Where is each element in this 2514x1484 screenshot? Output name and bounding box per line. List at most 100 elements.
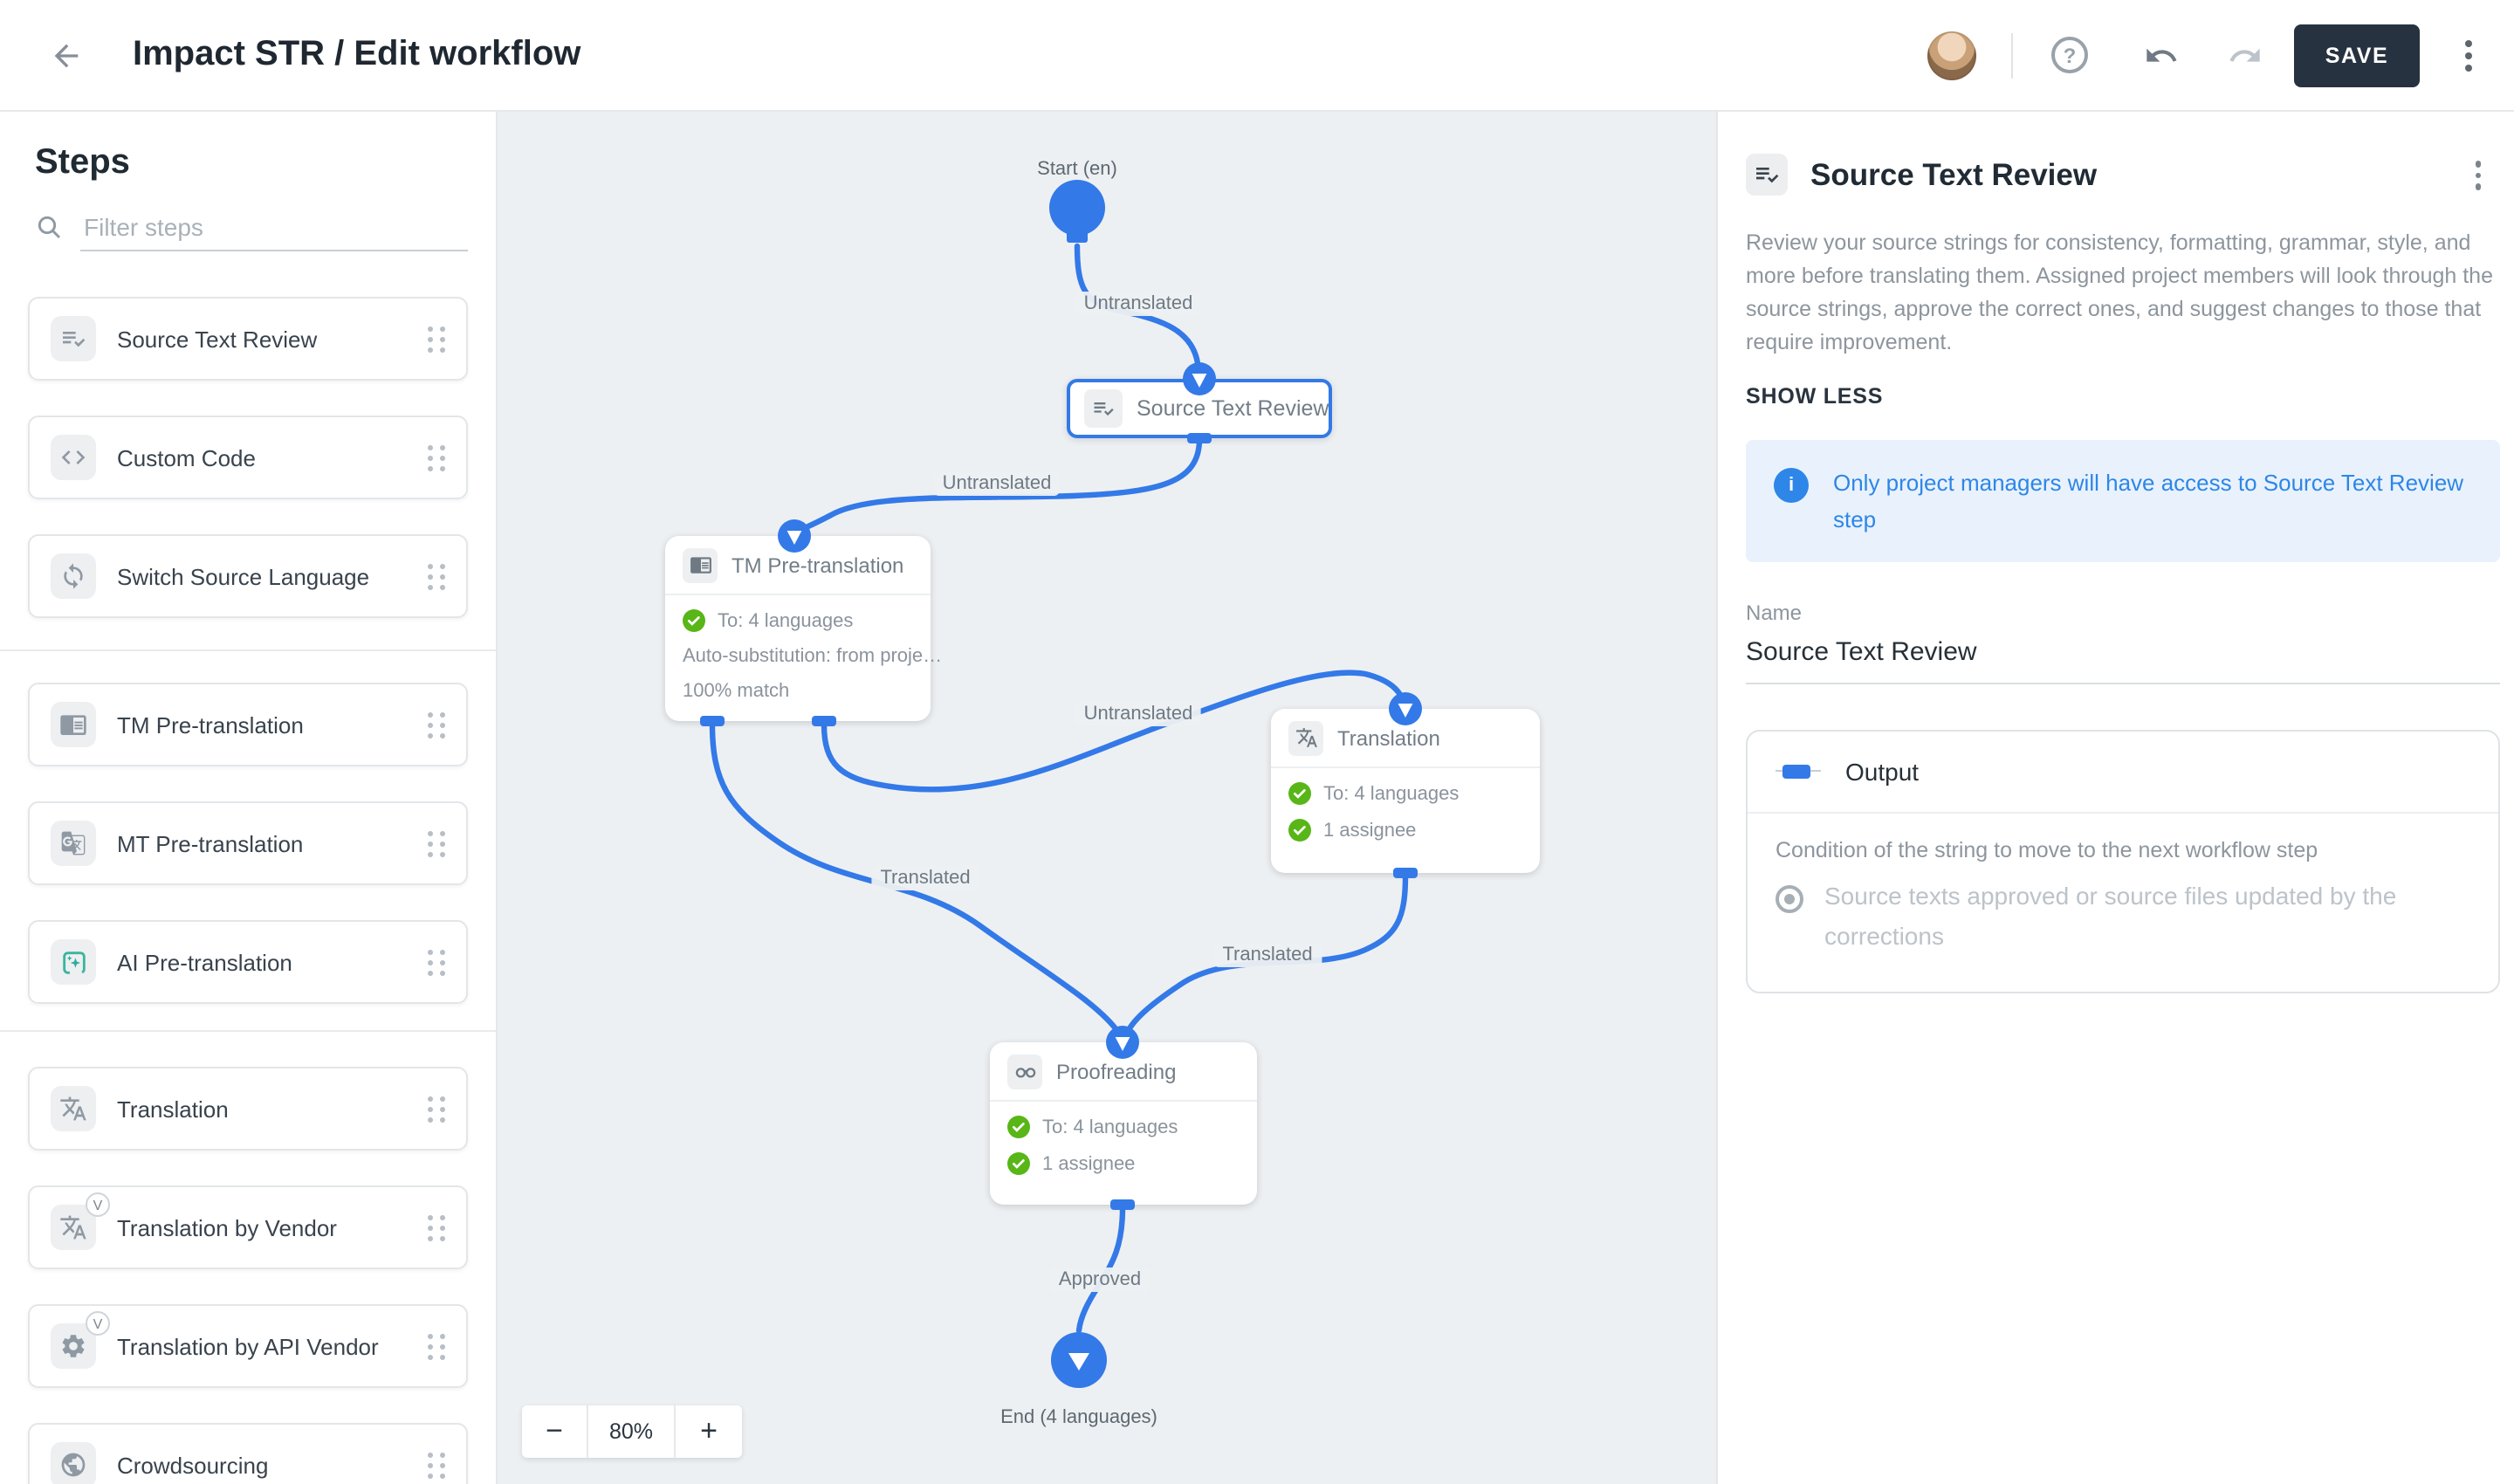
radio-button[interactable] [1776,884,1803,912]
step-card-custom-code[interactable]: Custom Code [28,416,468,499]
drag-handle-icon[interactable] [428,1096,445,1122]
translate-icon [51,1086,96,1131]
list-check-icon [51,316,96,361]
start-node-label: Start (en) [1037,159,1117,180]
sidebar-separator [0,649,498,651]
step-card-label: Source Text Review [117,326,317,352]
back-button[interactable] [45,34,87,76]
back-arrow-icon [49,38,84,72]
check-icon [1288,819,1311,842]
check-icon [683,609,705,632]
node-tm-pretranslation[interactable]: TM Pre-translation To: 4 languages Auto-… [665,536,931,721]
workflow-canvas[interactable]: Source Text Review TM Pre-translation To… [498,112,1716,1484]
top-bar: Impact STR / Edit workflow ? SAVE [0,0,2514,112]
header-divider [2011,32,2013,78]
drag-handle-icon[interactable] [428,949,445,975]
step-card-label: Translation [117,1096,229,1122]
glasses-icon [1007,1054,1042,1089]
list-check-icon [1746,154,1788,196]
node-translation[interactable]: Translation To: 4 languages 1 assignee [1271,709,1540,873]
step-card-label: Translation by Vendor [117,1214,337,1240]
step-card-mt-pretranslation[interactable]: MT Pre-translation [28,801,468,885]
node-title: TM Pre-translation [732,553,903,577]
drag-handle-icon[interactable] [428,1452,445,1478]
step-card-label: Switch Source Language [117,563,369,589]
edge-label-untranslated: Untranslated [1075,292,1202,316]
edge-label-untranslated: Untranslated [934,471,1061,496]
app-window: Impact STR / Edit workflow ? SAVE Steps [0,0,2514,1484]
step-card-translation[interactable]: Translation [28,1067,468,1151]
panel-kebab-menu[interactable] [2468,154,2488,196]
node-row: 100% match [665,681,931,702]
check-icon [1007,1116,1030,1138]
end-node-label: End (4 languages) [1000,1407,1157,1428]
edge-label-approved: Approved [1050,1268,1150,1292]
filter-steps-field [35,203,468,251]
vendor-badge: V [86,1311,110,1336]
node-row: To: 4 languages [665,609,931,632]
step-card-translation-by-vendor[interactable]: V Translation by Vendor [28,1185,468,1269]
drag-handle-icon[interactable] [428,1214,445,1240]
node-source-text-review[interactable]: Source Text Review [1067,379,1332,438]
info-banner-text: Only project managers will have access t… [1833,464,2472,537]
output-condition-option: Source texts approved or source files up… [1776,876,2470,956]
step-card-tm-pretranslation[interactable]: TM Pre-translation [28,683,468,766]
globe-icon [51,1442,96,1484]
edge-label-translated: Translated [1213,943,1321,967]
redo-button[interactable] [2224,34,2266,76]
panel-title: Source Text Review [1810,154,2097,196]
node-title: Source Text Review [1137,396,1329,421]
undo-icon [2144,38,2179,72]
steps-sidebar: Steps Source Text Review Custom Code [0,112,498,1484]
edge-label-translated: Translated [871,866,979,890]
name-field-label: Name [1746,600,2498,624]
info-banner: i Only project managers will have access… [1746,439,2500,561]
check-icon [1007,1152,1030,1175]
save-button[interactable]: SAVE [2294,24,2420,86]
node-row: To: 4 languages [1271,782,1540,805]
drag-handle-icon[interactable] [428,326,445,352]
output-card-title: Output [1845,757,1919,785]
sidebar-title: Steps [35,143,130,183]
undo-button[interactable] [2140,34,2182,76]
zoom-out-button[interactable]: − [522,1405,588,1458]
output-card: Output Condition of the string to move t… [1746,729,2500,993]
zoom-in-button[interactable]: + [676,1405,742,1458]
avatar[interactable] [1927,31,1976,79]
drag-handle-icon[interactable] [428,830,445,856]
check-icon [1288,782,1311,805]
step-card-switch-source-language[interactable]: Switch Source Language [28,534,468,618]
node-title: Proofreading [1056,1059,1176,1083]
info-icon: i [1774,467,1809,502]
search-icon [35,213,63,241]
drag-handle-icon[interactable] [428,563,445,589]
show-less-link[interactable]: SHOW LESS [1746,383,2498,408]
step-card-label: MT Pre-translation [117,830,303,856]
drag-handle-icon[interactable] [428,711,445,738]
node-row: To: 4 languages [990,1116,1257,1138]
node-proofreading[interactable]: Proofreading To: 4 languages 1 assignee [990,1042,1257,1205]
header-actions: ? SAVE [1927,24,2514,86]
step-card-label: TM Pre-translation [117,711,304,738]
step-description: Review your source strings for consisten… [1746,226,2500,359]
step-card-translation-by-api-vendor[interactable]: V Translation by API Vendor [28,1304,468,1388]
translate-icon: V [51,1205,96,1250]
drag-handle-icon[interactable] [428,1333,445,1359]
help-icon[interactable]: ? [2051,37,2088,73]
panel-header: Source Text Review [1746,154,2498,196]
step-card-source-text-review[interactable]: Source Text Review [28,297,468,381]
page-title: Impact STR / Edit workflow [133,35,580,75]
step-card-crowdsourcing[interactable]: Crowdsourcing [28,1423,468,1484]
step-card-label: Translation by API Vendor [117,1333,379,1359]
vendor-badge: V [86,1192,110,1217]
header-kebab-menu[interactable] [2458,32,2479,78]
step-card-ai-pretranslation[interactable]: AI Pre-translation [28,920,468,1004]
filter-steps-input[interactable] [80,203,468,251]
step-card-label: AI Pre-translation [117,949,292,975]
drag-handle-icon[interactable] [428,444,445,471]
ai-sparkle-icon [51,939,96,985]
node-row: 1 assignee [990,1152,1257,1175]
name-field-value[interactable]: Source Text Review [1746,636,2500,684]
tm-icon [683,547,718,582]
step-details-panel: Source Text Review Review your source st… [1716,112,2514,1484]
